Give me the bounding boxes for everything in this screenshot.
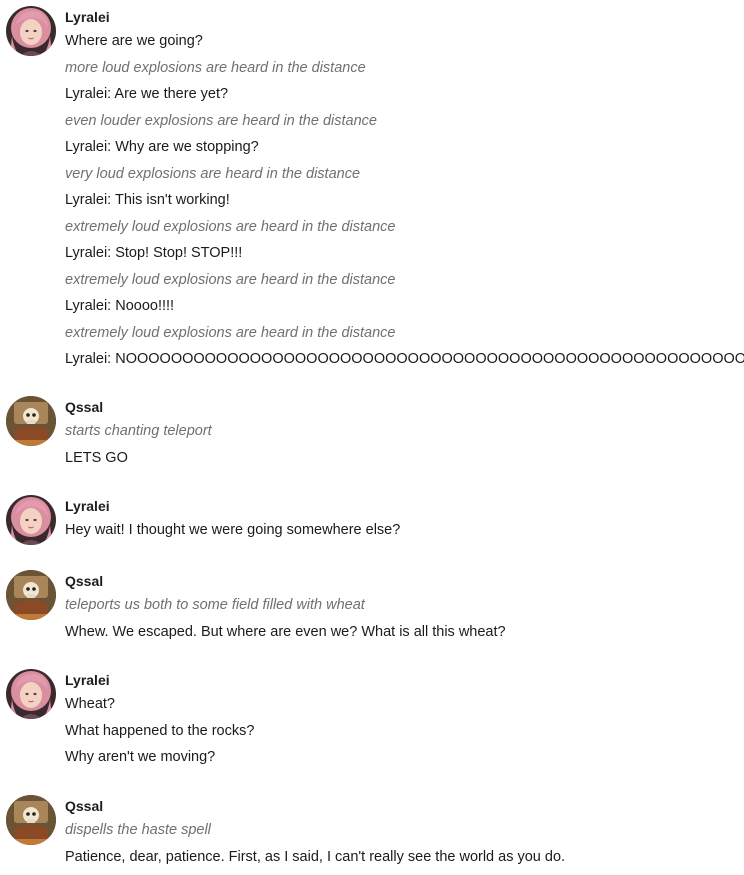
message-line: Lyralei: Are we there yet?	[65, 86, 229, 102]
author-name[interactable]: Lyralei	[65, 671, 744, 689]
action-line: even louder explosions are heard in the …	[65, 112, 377, 129]
message-line: Patience, dear, patience. First, as I sa…	[65, 848, 566, 865]
message-content: Qssal starts chanting teleport LETS GO	[65, 396, 744, 471]
message-content: Lyralei Wheat? What happened to the rock…	[65, 669, 744, 771]
avatar[interactable]	[6, 6, 56, 56]
action-line: teleports us both to some field filled w…	[65, 597, 365, 613]
message-line: Hey wait! I thought we were going somewh…	[65, 522, 401, 538]
action-line: starts chanting teleport	[65, 423, 212, 439]
message-content: Qssal dispells the haste spell Patience,…	[65, 795, 744, 870]
message-content: Lyralei Hey wait! I thought we were goin…	[65, 495, 744, 544]
message-line: Why aren't we moving?	[65, 749, 216, 765]
avatar[interactable]	[6, 669, 56, 719]
author-name[interactable]: Lyralei	[65, 497, 744, 515]
qssal-avatar-icon	[6, 570, 56, 620]
message-line: Lyralei: NOOOOOOOOOOOOOOOOOOOOOOOOOOOOOO…	[65, 351, 744, 367]
message-line: Where are we going?	[65, 33, 203, 49]
author-name[interactable]: Lyralei	[65, 8, 744, 26]
action-line: extremely loud explosions are heard in t…	[65, 271, 396, 288]
avatar[interactable]	[6, 570, 56, 620]
message-line: Whew. We escaped. But where are even we?…	[65, 623, 506, 640]
author-name[interactable]: Qssal	[65, 797, 744, 815]
qssal-avatar-icon	[6, 396, 56, 446]
message-line: Lyralei: This isn't working!	[65, 192, 230, 208]
message-line: LETS GO	[65, 449, 128, 466]
lyralei-avatar-icon	[6, 495, 56, 545]
message-line: Lyralei: Noooo!!!!	[65, 298, 175, 314]
avatar[interactable]	[6, 396, 56, 446]
message-content: Qssal teleports us both to some field fi…	[65, 570, 744, 645]
message-line: Wheat?	[65, 696, 115, 712]
chat-log: Lyralei Where are we going? more loud ex…	[0, 0, 744, 875]
lyralei-avatar-icon	[6, 6, 56, 56]
author-name[interactable]: Qssal	[65, 572, 744, 590]
message-line: Lyralei: Why are we stopping?	[65, 139, 259, 155]
action-line: very loud explosions are heard in the di…	[65, 165, 361, 182]
message-line: Lyralei: Stop! Stop! STOP!!!	[65, 245, 243, 261]
action-line: more loud explosions are heard in the di…	[65, 59, 366, 76]
author-name[interactable]: Qssal	[65, 398, 744, 416]
message-line: What happened to the rocks?	[65, 722, 255, 739]
message-content: Lyralei Where are we going? more loud ex…	[65, 6, 744, 373]
avatar[interactable]	[6, 795, 56, 845]
lyralei-avatar-icon	[6, 669, 56, 719]
qssal-avatar-icon	[6, 795, 56, 845]
action-line: extremely loud explosions are heard in t…	[65, 324, 396, 341]
action-line: extremely loud explosions are heard in t…	[65, 218, 396, 235]
avatar[interactable]	[6, 495, 56, 545]
action-line: dispells the haste spell	[65, 822, 211, 838]
